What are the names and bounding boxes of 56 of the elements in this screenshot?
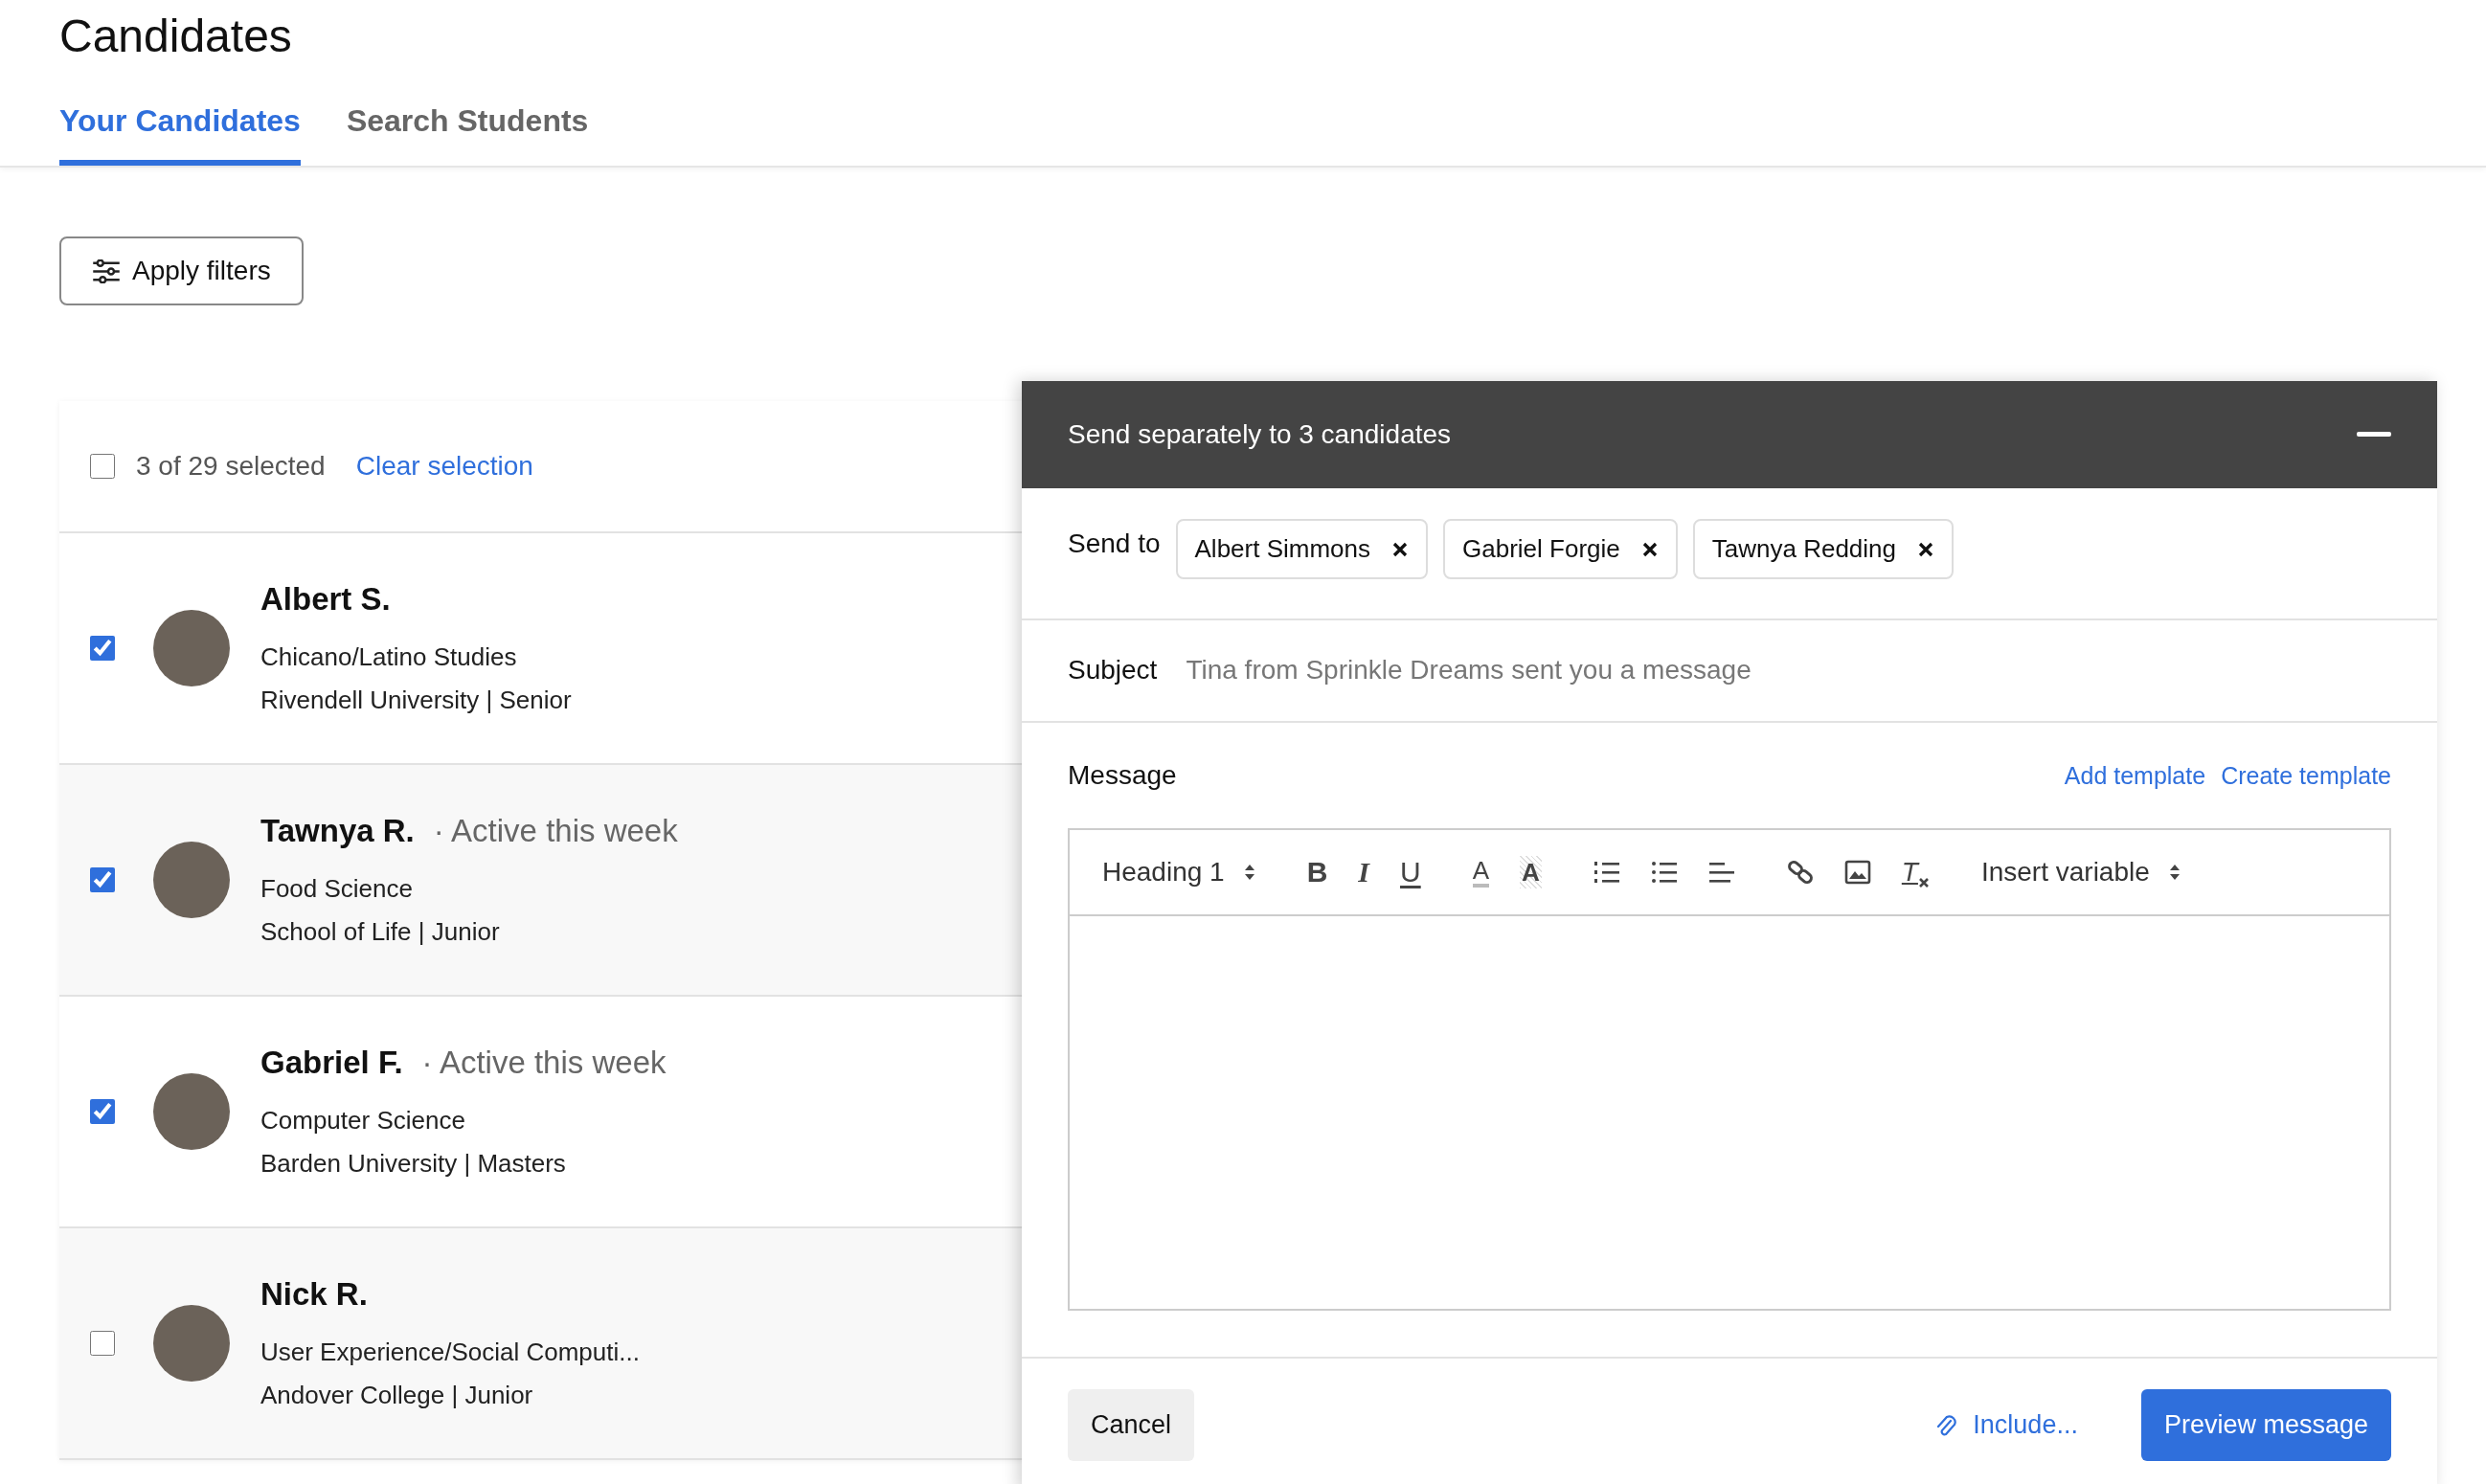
- message-label: Message: [1068, 760, 1177, 791]
- page-title: Candidates: [59, 10, 293, 63]
- candidate-school: School of Life | Junior: [260, 917, 501, 947]
- text-color-button[interactable]: A: [1472, 857, 1490, 888]
- activity-status: · Active this week: [421, 1045, 667, 1081]
- candidate-checkbox[interactable]: [90, 636, 115, 661]
- candidate-checkbox[interactable]: [90, 1099, 115, 1124]
- candidate-school: Rivendell University | Senior: [260, 686, 572, 715]
- sliders-icon: [92, 259, 121, 283]
- candidate-school: Barden University | Masters: [260, 1149, 567, 1179]
- message-editor[interactable]: Heading 1 B I U A A T Insert variable: [1068, 828, 2391, 1311]
- recipient-name: Tawnya Redding: [1711, 534, 1896, 564]
- italic-button[interactable]: I: [1358, 856, 1369, 888]
- candidate-name[interactable]: Albert S.: [260, 581, 391, 618]
- minimize-icon[interactable]: [2357, 432, 2391, 438]
- numbered-list-icon[interactable]: [1593, 860, 1620, 885]
- candidate-name[interactable]: Gabriel F.: [260, 1045, 403, 1081]
- link-icon[interactable]: [1786, 859, 1814, 886]
- underline-button[interactable]: U: [1400, 856, 1421, 888]
- selection-count: 3 of 29 selected: [136, 451, 326, 482]
- panel-title: Send separately to 3 candidates: [1068, 419, 1452, 450]
- include-button[interactable]: Include...: [1929, 1409, 2084, 1441]
- select-all-checkbox[interactable]: [90, 454, 115, 479]
- image-icon[interactable]: [1843, 860, 1871, 885]
- highlight-button[interactable]: A: [1520, 856, 1542, 888]
- bullet-list-icon[interactable]: [1650, 860, 1678, 885]
- tab[interactable]: Search Students: [346, 103, 589, 166]
- candidate-name[interactable]: Tawnya R.: [260, 813, 415, 849]
- cancel-button[interactable]: Cancel: [1068, 1389, 1195, 1461]
- template-link[interactable]: Create template: [2221, 761, 2391, 790]
- bold-button[interactable]: B: [1306, 856, 1328, 888]
- candidate-major: Food Science: [260, 874, 414, 904]
- dropdown-select[interactable]: Heading 1: [1102, 857, 1255, 888]
- remove-icon[interactable]: [1391, 540, 1410, 558]
- remove-icon[interactable]: [1917, 540, 1934, 558]
- preview-message-button[interactable]: Preview message: [2140, 1389, 2391, 1461]
- candidate-major: User Experience/Social Computi...: [260, 1338, 640, 1367]
- remove-icon[interactable]: [1640, 540, 1659, 558]
- dropdown-select[interactable]: Insert variable: [1980, 857, 2181, 888]
- subject-label: Subject: [1068, 655, 1158, 686]
- clear-format-button[interactable]: T: [1901, 856, 1930, 888]
- candidate-name[interactable]: Nick R.: [260, 1276, 368, 1313]
- send-to-label: Send to: [1068, 528, 1161, 559]
- clear-selection-link[interactable]: Clear selection: [355, 451, 533, 482]
- candidate-school: Andover College | Junior: [260, 1381, 534, 1410]
- tab[interactable]: Your Candidates: [59, 103, 301, 166]
- align-left-icon[interactable]: [1707, 860, 1735, 885]
- apply-filters-button[interactable]: Apply filters: [59, 236, 304, 305]
- recipient-name: Albert Simmons: [1194, 534, 1371, 564]
- activity-status: · Active this week: [433, 813, 678, 849]
- candidate-checkbox[interactable]: [90, 867, 115, 892]
- template-link[interactable]: Add template: [2064, 761, 2206, 790]
- candidate-major: Chicano/Latino Studies: [260, 642, 518, 672]
- recipient-name: Gabriel Forgie: [1462, 534, 1620, 564]
- candidate-checkbox[interactable]: [90, 1331, 115, 1356]
- candidate-major: Computer Science: [260, 1106, 466, 1135]
